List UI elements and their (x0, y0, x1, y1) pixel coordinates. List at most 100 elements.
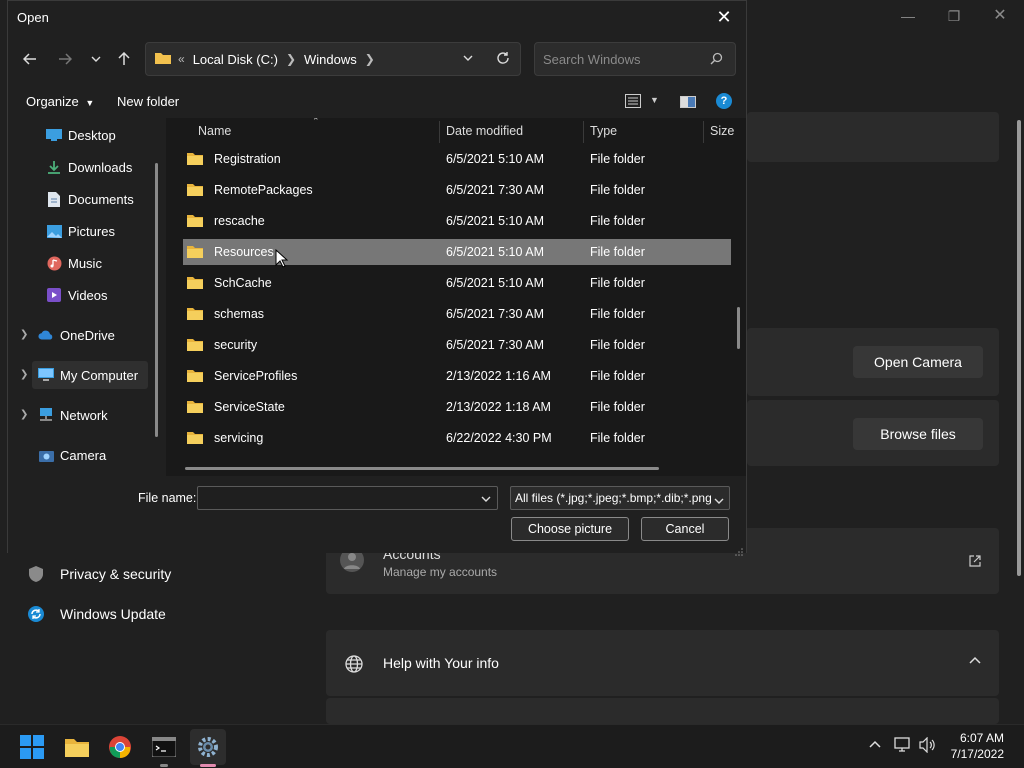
view-list-icon[interactable] (625, 94, 641, 113)
forward-arrow-icon[interactable] (53, 47, 77, 71)
show-hidden-icons-chevron-icon[interactable] (868, 738, 882, 757)
minimize-icon[interactable]: — (898, 6, 918, 26)
vertical-scrollbar[interactable] (737, 307, 740, 349)
file-name: servicing (214, 431, 264, 445)
address-bar[interactable]: « Local Disk (C:) ❯ Windows ❯ (145, 42, 521, 76)
chevron-up-icon[interactable] (968, 654, 982, 673)
scrollbar[interactable] (1017, 120, 1021, 576)
search-box[interactable] (534, 42, 736, 76)
running-indicator (160, 764, 168, 767)
new-folder-button[interactable]: New folder (117, 94, 179, 109)
file-date: 6/5/2021 5:10 AM (446, 214, 544, 228)
chrome-icon[interactable] (102, 729, 138, 765)
help-card[interactable]: Help with Your info (326, 630, 999, 696)
column-divider[interactable] (703, 121, 704, 143)
file-row[interactable]: ServiceState 2/13/2022 1:18 AM File folder (183, 394, 731, 420)
column-divider[interactable] (439, 121, 440, 143)
file-row[interactable]: Resources 6/5/2021 5:10 AM File folder (183, 239, 731, 265)
up-arrow-icon[interactable] (112, 47, 136, 71)
expand-chevron-icon[interactable]: ❯ (20, 329, 28, 340)
search-input[interactable] (543, 51, 703, 67)
nav-label: Windows Update (60, 606, 166, 622)
preview-pane-icon[interactable] (680, 95, 696, 113)
breadcrumb-separator-icon[interactable]: ❯ (365, 52, 375, 66)
music-icon (46, 255, 62, 271)
globe-icon (344, 654, 364, 679)
file-name-dropdown-icon[interactable] (480, 492, 492, 510)
column-divider[interactable] (583, 121, 584, 143)
refresh-icon[interactable] (496, 51, 510, 68)
volume-icon[interactable] (919, 736, 937, 758)
expand-chevron-icon[interactable]: ❯ (20, 369, 28, 380)
breadcrumb-local-disk[interactable]: Local Disk (C:) (193, 52, 278, 67)
file-row[interactable]: rescache 6/5/2021 5:10 AM File folder (183, 208, 731, 234)
browse-files-button[interactable]: Browse files (853, 418, 983, 450)
open-camera-button[interactable]: Open Camera (853, 346, 983, 378)
file-type: File folder (590, 400, 645, 414)
sidebar-item-videos[interactable]: Videos (46, 281, 166, 309)
file-explorer-icon[interactable] (59, 729, 95, 765)
sidebar-item-camera[interactable]: Camera (38, 441, 166, 469)
sidebar-item-onedrive[interactable]: OneDrive (38, 321, 166, 349)
column-header-date[interactable]: Date modified (446, 118, 523, 144)
breadcrumb-windows[interactable]: Windows (304, 52, 357, 67)
resize-grip-icon[interactable] (735, 543, 743, 561)
videos-icon (46, 287, 62, 303)
sidebar-item-downloads[interactable]: Downloads 📌 (46, 153, 166, 181)
clock-time: 6:07 AM (959, 731, 1004, 745)
organize-button[interactable]: Organize ▼ (26, 94, 94, 109)
sidebar-item-pictures[interactable]: Pictures 📌 (46, 217, 166, 245)
network-status-icon[interactable] (894, 737, 912, 758)
cancel-button[interactable]: Cancel (641, 517, 729, 541)
breadcrumb-overflow[interactable]: « (178, 52, 185, 66)
nav-item-privacy-security[interactable]: Privacy & security (24, 556, 171, 592)
column-header-type[interactable]: Type (590, 118, 617, 144)
file-type: File folder (590, 214, 645, 228)
file-type: File folder (590, 431, 645, 445)
maximize-icon[interactable]: ❐ (944, 6, 964, 26)
sidebar-label: Videos (68, 287, 108, 303)
recent-locations-chevron-icon[interactable] (84, 47, 108, 71)
computer-icon (38, 367, 54, 383)
sidebar-item-my-computer[interactable]: My Computer (32, 361, 148, 389)
horizontal-scrollbar[interactable] (185, 467, 659, 470)
back-arrow-icon[interactable] (18, 47, 42, 71)
settings-icon[interactable] (190, 729, 226, 767)
breadcrumb-separator-icon[interactable]: ❯ (286, 52, 296, 66)
file-type-select[interactable]: All files (*.jpg;*.jpeg;*.bmp;*.dib;*.pn… (510, 486, 730, 510)
sidebar-item-music[interactable]: Music (46, 249, 166, 277)
dialog-titlebar[interactable]: Open ✕ (8, 1, 746, 33)
expand-chevron-icon[interactable]: ❯ (20, 409, 28, 420)
start-icon[interactable] (14, 729, 50, 765)
open-external-icon[interactable] (968, 554, 982, 573)
file-row[interactable]: security 6/5/2021 7:30 AM File folder (183, 332, 731, 358)
close-icon[interactable]: ✕ (990, 6, 1010, 26)
terminal-icon[interactable] (146, 729, 182, 767)
file-name: RemotePackages (214, 183, 313, 197)
file-row[interactable]: SchCache 6/5/2021 5:10 AM File folder (183, 270, 731, 296)
file-row[interactable]: servicing 6/22/2022 4:30 PM File folder (183, 425, 731, 451)
sidebar-scrollbar[interactable] (155, 163, 158, 437)
help-title: Help with Your info (383, 655, 499, 671)
search-icon[interactable] (710, 52, 723, 70)
column-header-name[interactable]: Name (198, 118, 231, 144)
accounts-subtitle: Manage my accounts (383, 565, 498, 579)
help-icon[interactable]: ? (716, 93, 732, 109)
file-row[interactable]: ServiceProfiles 2/13/2022 1:16 AM File fol… (183, 363, 731, 389)
system-clock[interactable]: 6:07 AM 7/17/2022 (951, 730, 1004, 762)
file-name-input[interactable] (197, 486, 498, 510)
sidebar-item-desktop[interactable]: Desktop 📌 (46, 121, 166, 149)
nav-item-windows-update[interactable]: Windows Update (24, 596, 166, 632)
address-dropdown-icon[interactable] (462, 52, 474, 67)
column-header-size[interactable]: Size (710, 118, 734, 144)
file-row[interactable]: Registration 6/5/2021 5:10 AM File folder (183, 146, 731, 172)
sidebar-item-network[interactable]: Network (38, 401, 166, 429)
sidebar-item-documents[interactable]: Documents 📌 (46, 185, 166, 213)
file-row[interactable]: RemotePackages 6/5/2021 7:30 AM File folde… (183, 177, 731, 203)
close-icon[interactable]: ✕ (702, 1, 746, 33)
choose-picture-button[interactable]: Choose picture (511, 517, 629, 541)
download-icon (46, 159, 62, 175)
file-type-dropdown-icon[interactable] (713, 492, 725, 509)
file-row[interactable]: schemas 6/5/2021 7:30 AM File folder (183, 301, 731, 327)
view-options-chevron-icon[interactable]: ▼ (650, 95, 659, 105)
